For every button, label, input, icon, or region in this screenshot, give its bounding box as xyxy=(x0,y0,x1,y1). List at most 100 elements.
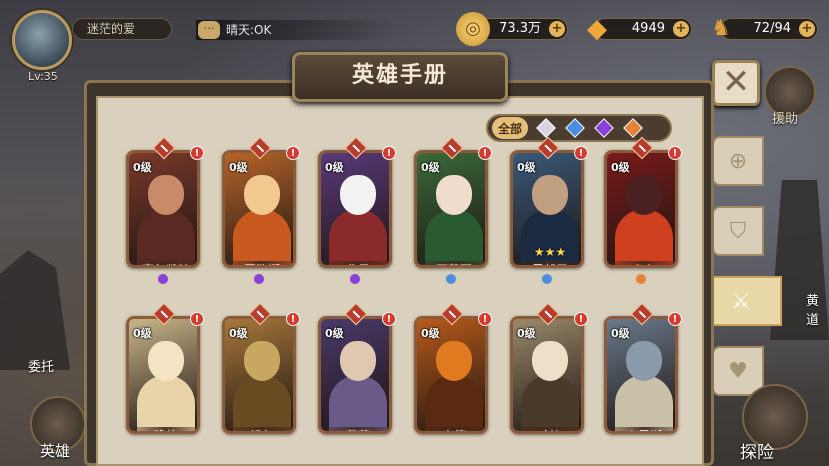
shield-icon: ⛉ xyxy=(729,218,747,244)
hero-card[interactable]: 0级 克里斯 ! xyxy=(604,302,682,452)
stamina-value: 72/94 xyxy=(753,21,791,36)
filter-orange[interactable] xyxy=(622,117,644,139)
gold-add-button[interactable]: + xyxy=(549,21,565,37)
hero-face xyxy=(532,341,568,381)
hero-name: 塞尔凯特 xyxy=(129,261,197,265)
orange-diamond-icon xyxy=(623,118,643,138)
hero-portrait-frame: 0级 西莉亚 xyxy=(414,150,488,268)
hero-face xyxy=(340,175,376,215)
explore-nav-label[interactable]: 探险 xyxy=(740,438,774,463)
hero-card[interactable]: 0级 祖尔 ! xyxy=(222,302,300,452)
hero-level: 0级 xyxy=(229,327,248,340)
hero-card[interactable]: 0级 森德 ! xyxy=(414,302,492,452)
gold-value: 73.3万 xyxy=(499,21,541,36)
filter-white[interactable] xyxy=(535,117,557,139)
alert-icon: ! xyxy=(574,146,588,160)
hero-body xyxy=(521,209,579,265)
hero-face xyxy=(244,341,280,381)
hero-level: 0级 xyxy=(421,161,440,174)
tab-all-heroes[interactable]: ⊕ xyxy=(712,136,764,186)
hero-portrait-frame: 0级 克里斯 xyxy=(604,316,678,434)
chat-icon[interactable]: ··· xyxy=(198,21,220,39)
zodiac-label: 黄道 xyxy=(806,294,820,328)
alert-icon: ! xyxy=(382,312,396,326)
faction-icon xyxy=(348,272,362,286)
alert-icon: ! xyxy=(574,312,588,326)
diamond-add-button[interactable]: + xyxy=(673,21,689,37)
hero-face xyxy=(532,175,568,215)
hero-name: 蕾欧娜 xyxy=(225,261,293,265)
hero-level: 0级 xyxy=(611,327,630,340)
hero-body xyxy=(615,375,673,431)
hero-body xyxy=(233,375,291,431)
player-name: 迷茫的爱 xyxy=(72,18,172,40)
purple-diamond-icon xyxy=(594,118,614,138)
alert-icon: ! xyxy=(286,312,300,326)
gold-coin-icon: ◎ xyxy=(456,12,490,46)
hero-card[interactable]: 0级 北风 ! xyxy=(318,136,396,286)
hero-face xyxy=(148,175,184,215)
hero-level: 0级 xyxy=(421,327,440,340)
filter-blue[interactable] xyxy=(564,117,586,139)
hero-card[interactable]: 0级 塞尔凯特 ! xyxy=(126,136,204,286)
hero-level: 0级 xyxy=(517,161,536,174)
hero-name: 黑胡子 xyxy=(513,261,581,265)
hero-body xyxy=(137,375,195,431)
delegate-label[interactable]: 委托 xyxy=(28,356,54,375)
chat-bar[interactable]: 晴天:OK xyxy=(196,20,396,40)
hero-nav-label[interactable]: 英雄 xyxy=(40,440,70,461)
hero-portrait-frame: 0级 塞尔凯特 xyxy=(126,150,200,268)
tab-shield[interactable]: ⛉ xyxy=(712,206,764,256)
filter-all[interactable]: 全部 xyxy=(492,117,529,139)
hero-level: 0级 xyxy=(611,161,630,174)
hero-card[interactable]: 0级 西莉亚 ! xyxy=(414,136,492,286)
hero-portrait-frame: 0级 瞻格 xyxy=(126,316,200,434)
diamond-icon: ◆ xyxy=(587,14,607,44)
stamina-add-button[interactable]: + xyxy=(799,21,815,37)
hero-name: 森德 xyxy=(417,427,485,431)
alert-icon: ! xyxy=(382,146,396,160)
hero-stars: ★★★ xyxy=(533,245,567,259)
alert-icon: ! xyxy=(190,312,204,326)
faction-icon xyxy=(444,272,458,286)
hero-name: 炎心 xyxy=(607,261,675,265)
hero-card[interactable]: 0级 菲莉 ! xyxy=(318,302,396,452)
hero-face xyxy=(436,341,472,381)
hero-card[interactable]: 0级 炎心 ! xyxy=(604,136,682,286)
help-label: 援助 xyxy=(772,112,799,127)
player-avatar[interactable] xyxy=(12,10,72,70)
faction-icon xyxy=(540,272,554,286)
hero-name: 西莉亚 xyxy=(417,261,485,265)
alert-icon: ! xyxy=(190,146,204,160)
hero-name: 克里斯 xyxy=(607,427,675,431)
close-button[interactable]: ✕ xyxy=(712,60,760,106)
hero-card[interactable]: 0级 瞻格 ! xyxy=(126,302,204,452)
faction-icon xyxy=(634,272,648,286)
sword-icon: ⚔ xyxy=(731,288,751,314)
faction-icon xyxy=(156,272,170,286)
heart-icon: ♥ xyxy=(728,358,748,384)
hero-level: 0级 xyxy=(133,161,152,174)
hero-face xyxy=(436,175,472,215)
hero-name: 哈比 xyxy=(513,427,581,431)
hero-name: 菲莉 xyxy=(321,427,389,431)
player-level: Lv:35 xyxy=(28,70,58,83)
alert-icon: ! xyxy=(668,312,682,326)
alert-icon: ! xyxy=(478,146,492,160)
stamina-icon: ♞ xyxy=(711,16,731,41)
filter-purple[interactable] xyxy=(593,117,615,139)
hero-body xyxy=(329,209,387,265)
hero-card[interactable]: 0级 哈比 ! xyxy=(510,302,588,452)
hero-body xyxy=(521,375,579,431)
hero-portrait-frame: 0级 祖尔 xyxy=(222,316,296,434)
hero-face xyxy=(148,341,184,381)
hero-name: 祖尔 xyxy=(225,427,293,431)
hero-face xyxy=(244,175,280,215)
hero-card[interactable]: 0级 蕾欧娜 ! xyxy=(222,136,300,286)
hero-card[interactable]: 0级 ★★★ 黑胡子 ! xyxy=(510,136,588,286)
hero-name: 北风 xyxy=(321,261,389,265)
diamond-value: 4949 xyxy=(631,21,665,36)
faction-icon xyxy=(252,272,266,286)
alert-icon: ! xyxy=(668,146,682,160)
hero-body xyxy=(425,209,483,265)
